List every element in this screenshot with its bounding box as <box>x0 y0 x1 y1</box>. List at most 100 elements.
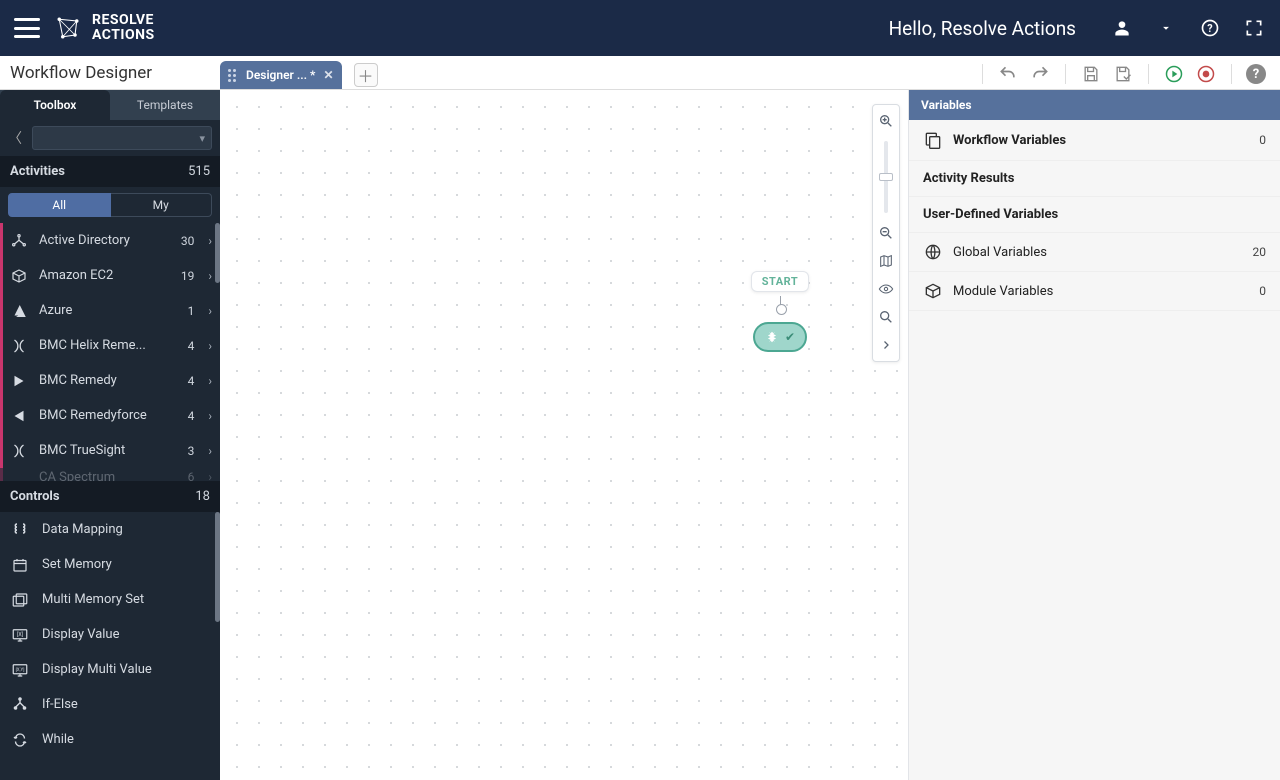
activities-header[interactable]: Activities 515 <box>0 156 220 187</box>
controls-list: Data Mapping Set Memory Multi Memory Set… <box>0 512 220 780</box>
activity-count: 4 <box>188 374 195 388</box>
page-title: Workflow Designer <box>0 63 220 89</box>
control-label: Multi Memory Set <box>42 592 144 607</box>
activity-label: Active Directory <box>39 233 171 248</box>
zoom-slider[interactable] <box>884 141 888 213</box>
bmc-truesight-icon <box>9 441 29 461</box>
start-node[interactable]: START ✔ <box>750 270 810 352</box>
chevron-right-icon: › <box>208 339 212 353</box>
redo-button[interactable] <box>1029 63 1051 85</box>
azure-icon <box>9 301 29 321</box>
activity-node[interactable]: ✔ <box>753 322 807 352</box>
workflow-variables-row[interactable]: Workflow Variables 0 <box>909 120 1280 161</box>
user-defined-variables-header[interactable]: User-Defined Variables <box>909 197 1280 233</box>
variables-panel-header: Variables <box>909 90 1280 120</box>
brand: RESOLVE ACTIONS <box>54 13 155 44</box>
chevron-right-icon: › <box>208 409 212 423</box>
node-connector[interactable] <box>780 296 781 310</box>
chevron-right-icon: › <box>208 470 212 481</box>
activity-label: CA Spectrum <box>39 470 178 482</box>
check-icon: ✔ <box>785 330 795 344</box>
workflow-variables-icon <box>923 130 943 150</box>
filter-all[interactable]: All <box>8 193 111 217</box>
control-label: Data Mapping <box>42 522 123 537</box>
ca-spectrum-icon <box>9 467 29 481</box>
activity-item-bmc-remedyforce[interactable]: BMC Remedyforce 4 › <box>0 398 220 433</box>
activity-label: BMC Remedyforce <box>39 408 178 423</box>
toolbar-help-button[interactable]: ? <box>1246 64 1266 84</box>
activity-count: 19 <box>181 269 195 283</box>
search-canvas-button[interactable] <box>876 307 896 327</box>
activity-item-bmc-remedy[interactable]: BMC Remedy 4 › <box>0 363 220 398</box>
module-variables-row[interactable]: Module Variables 0 <box>909 272 1280 311</box>
save-as-button[interactable] <box>1112 63 1134 85</box>
activity-item-azure[interactable]: Azure 1 › <box>0 293 220 328</box>
save-button[interactable] <box>1080 63 1102 85</box>
control-label: While <box>42 732 74 747</box>
activities-count: 515 <box>188 164 210 179</box>
control-item-set-memory[interactable]: Set Memory <box>0 547 220 582</box>
fullscreen-icon[interactable] <box>1242 16 1266 40</box>
activity-item-bmc-helix-remedy[interactable]: BMC Helix Reme... 4 › <box>0 328 220 363</box>
activity-count: 6 <box>188 470 195 481</box>
bmc-remedyforce-icon <box>9 406 29 426</box>
workflow-canvas[interactable]: START ✔ <box>220 90 908 780</box>
control-item-display-multi-value[interactable]: [X,Y] Display Multi Value <box>0 652 220 687</box>
activity-results-header[interactable]: Activity Results <box>909 161 1280 197</box>
add-tab-button[interactable]: ＋ <box>354 63 378 87</box>
display-value-icon: [X] <box>10 625 30 645</box>
global-variables-label: Global Variables <box>953 245 1243 260</box>
activity-item-bmc-truesight[interactable]: BMC TrueSight 3 › <box>0 433 220 468</box>
user-dropdown-icon[interactable] <box>1154 16 1178 40</box>
expand-rail-button[interactable] <box>876 335 896 355</box>
zoom-in-button[interactable] <box>876 111 896 131</box>
activity-item-amazon-ec2[interactable]: Amazon EC2 19 › <box>0 258 220 293</box>
visibility-button[interactable] <box>876 279 896 299</box>
hamburger-menu[interactable] <box>14 18 40 38</box>
control-item-display-value[interactable]: [X] Display Value <box>0 617 220 652</box>
display-multi-value-icon: [X,Y] <box>10 660 30 680</box>
record-button[interactable] <box>1195 63 1217 85</box>
svg-text:[X]: [X] <box>17 631 23 638</box>
global-variables-icon <box>923 242 943 262</box>
sidebar-tab-templates[interactable]: Templates <box>110 90 220 120</box>
control-item-if-else[interactable]: If-Else <box>0 687 220 722</box>
workflow-tab[interactable]: Designer ... * ✕ <box>220 61 342 89</box>
activity-item-active-directory[interactable]: Active Directory 30 › <box>0 223 220 258</box>
if-else-icon <box>10 695 30 715</box>
zoom-slider-thumb[interactable] <box>879 173 893 181</box>
bmc-remedy-icon <box>9 371 29 391</box>
while-icon <box>10 730 30 750</box>
minimap-button[interactable] <box>876 251 896 271</box>
module-variables-icon <box>923 281 943 301</box>
brand-logo-icon <box>54 14 82 42</box>
sidebar: Toolbox Templates 〈 ▾ Activities 515 All… <box>0 90 220 780</box>
category-select[interactable]: ▾ <box>32 126 212 150</box>
activity-count: 1 <box>188 304 195 318</box>
svg-text:[X,Y]: [X,Y] <box>16 666 25 673</box>
help-icon[interactable]: ? <box>1198 16 1222 40</box>
sidebar-tab-toolbox[interactable]: Toolbox <box>0 90 110 120</box>
controls-header-label: Controls <box>10 489 60 504</box>
tab-close-icon[interactable]: ✕ <box>323 68 333 82</box>
collapse-sidebar-button[interactable]: 〈 <box>8 128 24 148</box>
filter-my[interactable]: My <box>111 193 213 217</box>
zoom-out-button[interactable] <box>876 223 896 243</box>
global-variables-count: 20 <box>1253 245 1267 259</box>
sidebar-tabs: Toolbox Templates <box>0 90 220 120</box>
workflow-tab-label: Designer ... * <box>246 68 315 82</box>
control-item-data-mapping[interactable]: Data Mapping <box>0 512 220 547</box>
controls-header[interactable]: Controls 18 <box>0 481 220 512</box>
run-button[interactable] <box>1163 63 1185 85</box>
brand-line2: ACTIONS <box>92 28 155 43</box>
variables-panel: Variables Workflow Variables 0 Activity … <box>908 90 1280 780</box>
canvas-wrap: START ✔ <box>220 90 908 780</box>
control-item-multi-memory-set[interactable]: Multi Memory Set <box>0 582 220 617</box>
main: Toolbox Templates 〈 ▾ Activities 515 All… <box>0 90 1280 780</box>
control-item-while[interactable]: While <box>0 722 220 757</box>
multi-memory-set-icon <box>10 590 30 610</box>
undo-button[interactable] <box>997 63 1019 85</box>
activity-item-ca-spectrum[interactable]: CA Spectrum 6 › <box>0 468 220 481</box>
user-icon[interactable] <box>1110 16 1134 40</box>
global-variables-row[interactable]: Global Variables 20 <box>909 233 1280 272</box>
